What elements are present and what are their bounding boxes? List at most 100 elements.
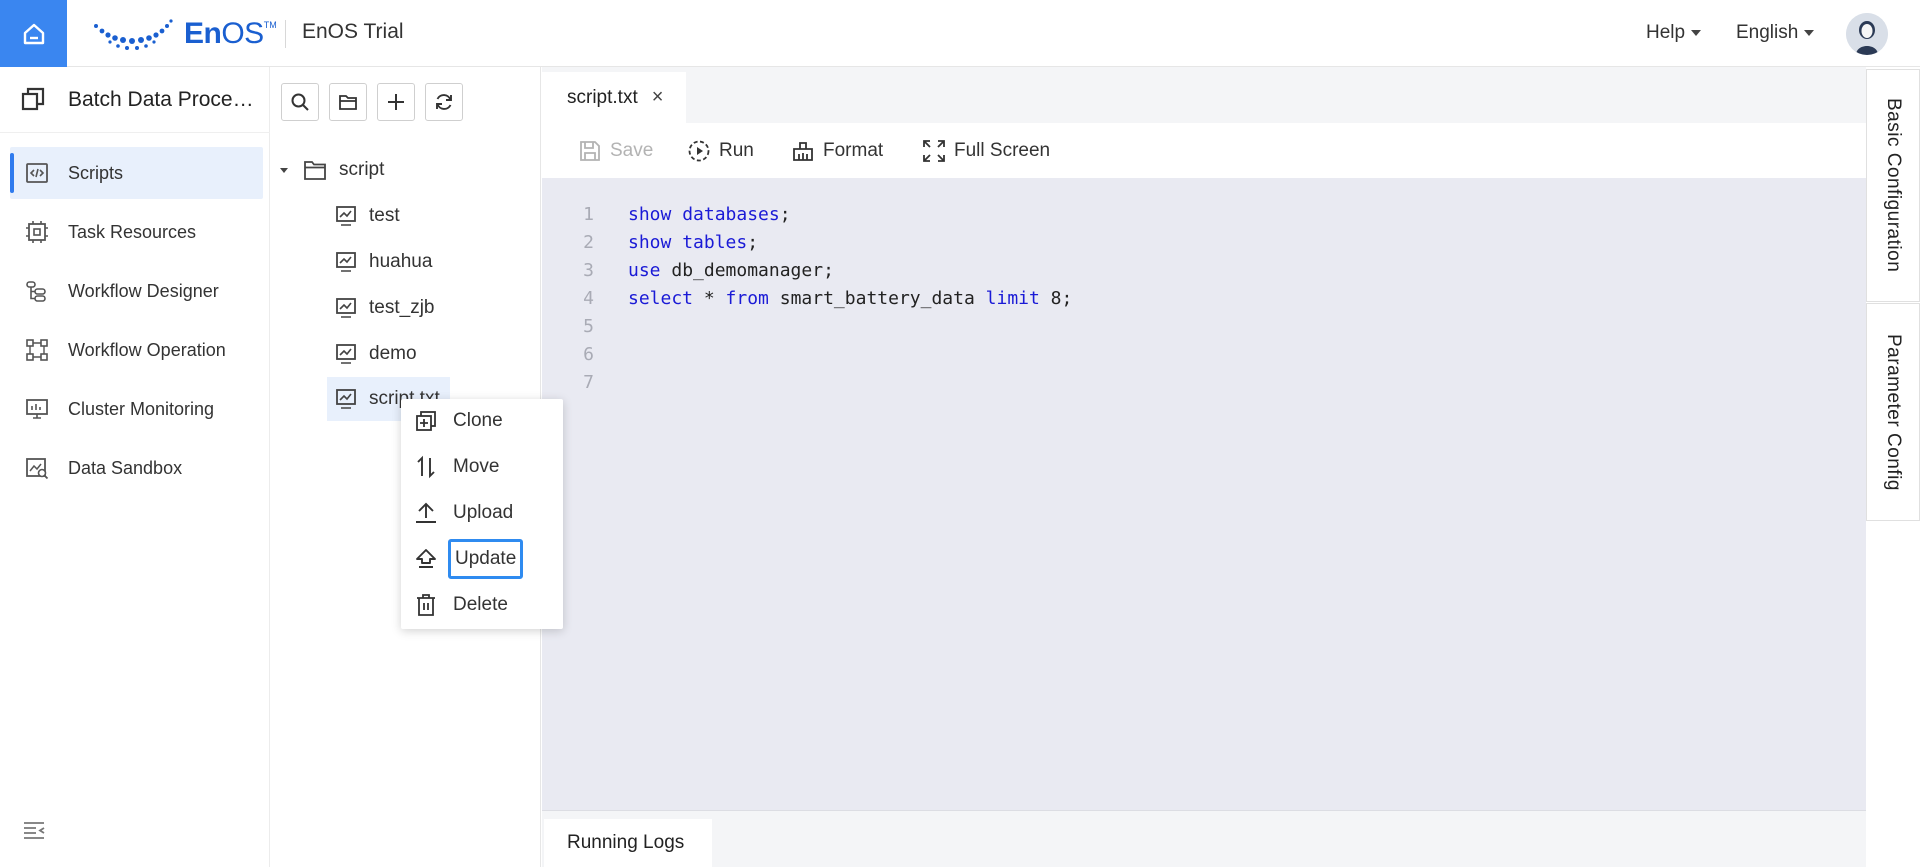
- tree-file-label: test: [369, 205, 400, 226]
- menu-item-update[interactable]: Update: [401, 537, 563, 581]
- editor-toolbar: Save Run Format Full Screen: [542, 123, 1867, 178]
- code-line: 5: [542, 312, 1842, 340]
- code-line: 6: [542, 340, 1842, 368]
- tab-label: script.txt: [567, 86, 638, 108]
- avatar[interactable]: [1846, 13, 1888, 55]
- nav-title: Batch Data Processing: [68, 88, 263, 111]
- tree-file-demo[interactable]: demo: [333, 334, 473, 374]
- tree-file-label: test_zjb: [369, 297, 435, 318]
- running-logs-label: Running Logs: [567, 832, 685, 853]
- nav-item-task-resources[interactable]: Task Resources: [10, 206, 263, 258]
- file-context-menu: Clone Move Upload Update Delete: [401, 399, 563, 629]
- menu-item-upload[interactable]: Upload: [401, 491, 563, 535]
- tree-file-test[interactable]: test: [333, 196, 473, 236]
- code-text: show tables;: [628, 231, 759, 253]
- delete-icon: [417, 594, 435, 616]
- tree-search-button[interactable]: [281, 83, 319, 121]
- help-label: Help: [1646, 22, 1686, 43]
- tab-basic-configuration[interactable]: Basic Configuration: [1866, 69, 1920, 302]
- tree-file-test-zjb[interactable]: test_zjb: [333, 288, 473, 328]
- line-number: 7: [583, 371, 594, 393]
- menu-item-label: Clone: [453, 410, 503, 431]
- menu-item-clone[interactable]: Clone: [401, 399, 563, 443]
- menu-item-label: Move: [453, 456, 500, 477]
- caret-down-icon[interactable]: [277, 163, 291, 177]
- tree-file-label: huahua: [369, 251, 433, 272]
- new-script-button[interactable]: [377, 83, 415, 121]
- menu-item-label: Upload: [453, 502, 514, 523]
- nav-item-data-sandbox[interactable]: Data Sandbox: [10, 442, 263, 494]
- tab-parameter-config[interactable]: Parameter Config: [1866, 303, 1920, 521]
- code-text: select * from smart_battery_data limit 8…: [628, 287, 1073, 309]
- plus-icon: [388, 94, 404, 110]
- app-switch-icon[interactable]: [20, 85, 48, 113]
- tab-running-logs[interactable]: Running Logs: [544, 819, 712, 867]
- code-line: 1 show databases;: [542, 200, 1842, 228]
- save-label: Save: [610, 140, 654, 161]
- top-bar: EnOS TM EnOS Trial Help English: [0, 0, 1920, 67]
- refresh-button[interactable]: [425, 83, 463, 121]
- script-file-icon: [336, 206, 356, 226]
- refresh-icon: [436, 94, 452, 110]
- close-icon[interactable]: ×: [652, 86, 664, 109]
- code-text: show databases;: [628, 203, 791, 225]
- nav-item-workflow-designer[interactable]: Workflow Designer: [10, 265, 263, 317]
- tree-file-huahua[interactable]: huahua: [333, 242, 473, 282]
- nav-item-workflow-operation[interactable]: Workflow Operation: [10, 324, 263, 376]
- save-button[interactable]: Save: [578, 136, 653, 166]
- full-screen-icon: [923, 140, 945, 162]
- format-icon: [793, 142, 813, 161]
- nav-item-label: Workflow Operation: [68, 339, 226, 360]
- full-screen-button[interactable]: Full Screen: [922, 136, 1050, 166]
- code-line: 2 show tables;: [542, 228, 1842, 256]
- menu-item-delete[interactable]: Delete: [401, 583, 563, 627]
- menu-item-label: Update: [448, 539, 524, 579]
- collapse-menu-icon[interactable]: [22, 820, 46, 840]
- help-menu[interactable]: Help: [1646, 22, 1702, 44]
- tab-script-txt[interactable]: script.txt ×: [542, 72, 686, 123]
- home-button[interactable]: [0, 0, 67, 67]
- full-screen-label: Full Screen: [954, 140, 1051, 161]
- code-editor[interactable]: 1 show databases; 2 show tables; 3 use d…: [542, 178, 1867, 810]
- user-avatar-icon: [1846, 13, 1888, 55]
- tree-folder-script[interactable]: script: [277, 150, 384, 190]
- enos-logo[interactable]: EnOS TM: [92, 14, 277, 54]
- code-line: 4 select * from smart_battery_data limit…: [542, 284, 1842, 312]
- run-label: Run: [719, 140, 754, 161]
- format-label: Format: [823, 140, 884, 161]
- product-name: EnOS Trial: [302, 20, 404, 43]
- nav-item-label: Task Resources: [68, 221, 197, 242]
- logo-trademark: TM: [263, 20, 277, 30]
- run-icon: [688, 140, 710, 162]
- code-line: 7: [542, 368, 1842, 396]
- line-number: 3: [583, 259, 594, 281]
- language-menu[interactable]: English: [1736, 22, 1815, 44]
- language-label: English: [1736, 22, 1799, 43]
- line-number: 2: [583, 231, 594, 253]
- script-file-icon: [336, 389, 356, 409]
- menu-item-move[interactable]: Move: [401, 445, 563, 489]
- caret-down-icon: [1691, 29, 1702, 36]
- script-icon: [26, 163, 48, 183]
- nav-item-scripts[interactable]: Scripts: [10, 147, 263, 199]
- right-config-panel: Basic Configuration Parameter Config: [1866, 67, 1920, 867]
- editor-tab-bar: script.txt ×: [542, 67, 1867, 123]
- nav-item-label: Scripts: [68, 162, 124, 183]
- home-icon: [23, 23, 44, 44]
- update-icon: [416, 549, 436, 568]
- nav-item-cluster-monitoring[interactable]: Cluster Monitoring: [10, 383, 263, 435]
- script-file-icon: [336, 298, 356, 318]
- new-folder-button[interactable]: [329, 83, 367, 121]
- format-button[interactable]: Format: [791, 136, 883, 166]
- search-icon: [291, 93, 309, 111]
- nav-item-label: Workflow Designer: [68, 280, 219, 301]
- code-text: use db_demomanager;: [628, 259, 834, 281]
- run-button[interactable]: Run: [687, 136, 754, 166]
- monitor-icon: [26, 399, 48, 419]
- tree-folder-label: script: [339, 159, 385, 180]
- left-navigation: Batch Data Processing Scripts Task Resou…: [0, 67, 270, 867]
- folder-icon: [304, 161, 326, 180]
- logo-text: EnOS: [184, 17, 264, 50]
- upload-icon: [416, 502, 436, 523]
- chip-icon: [26, 221, 48, 243]
